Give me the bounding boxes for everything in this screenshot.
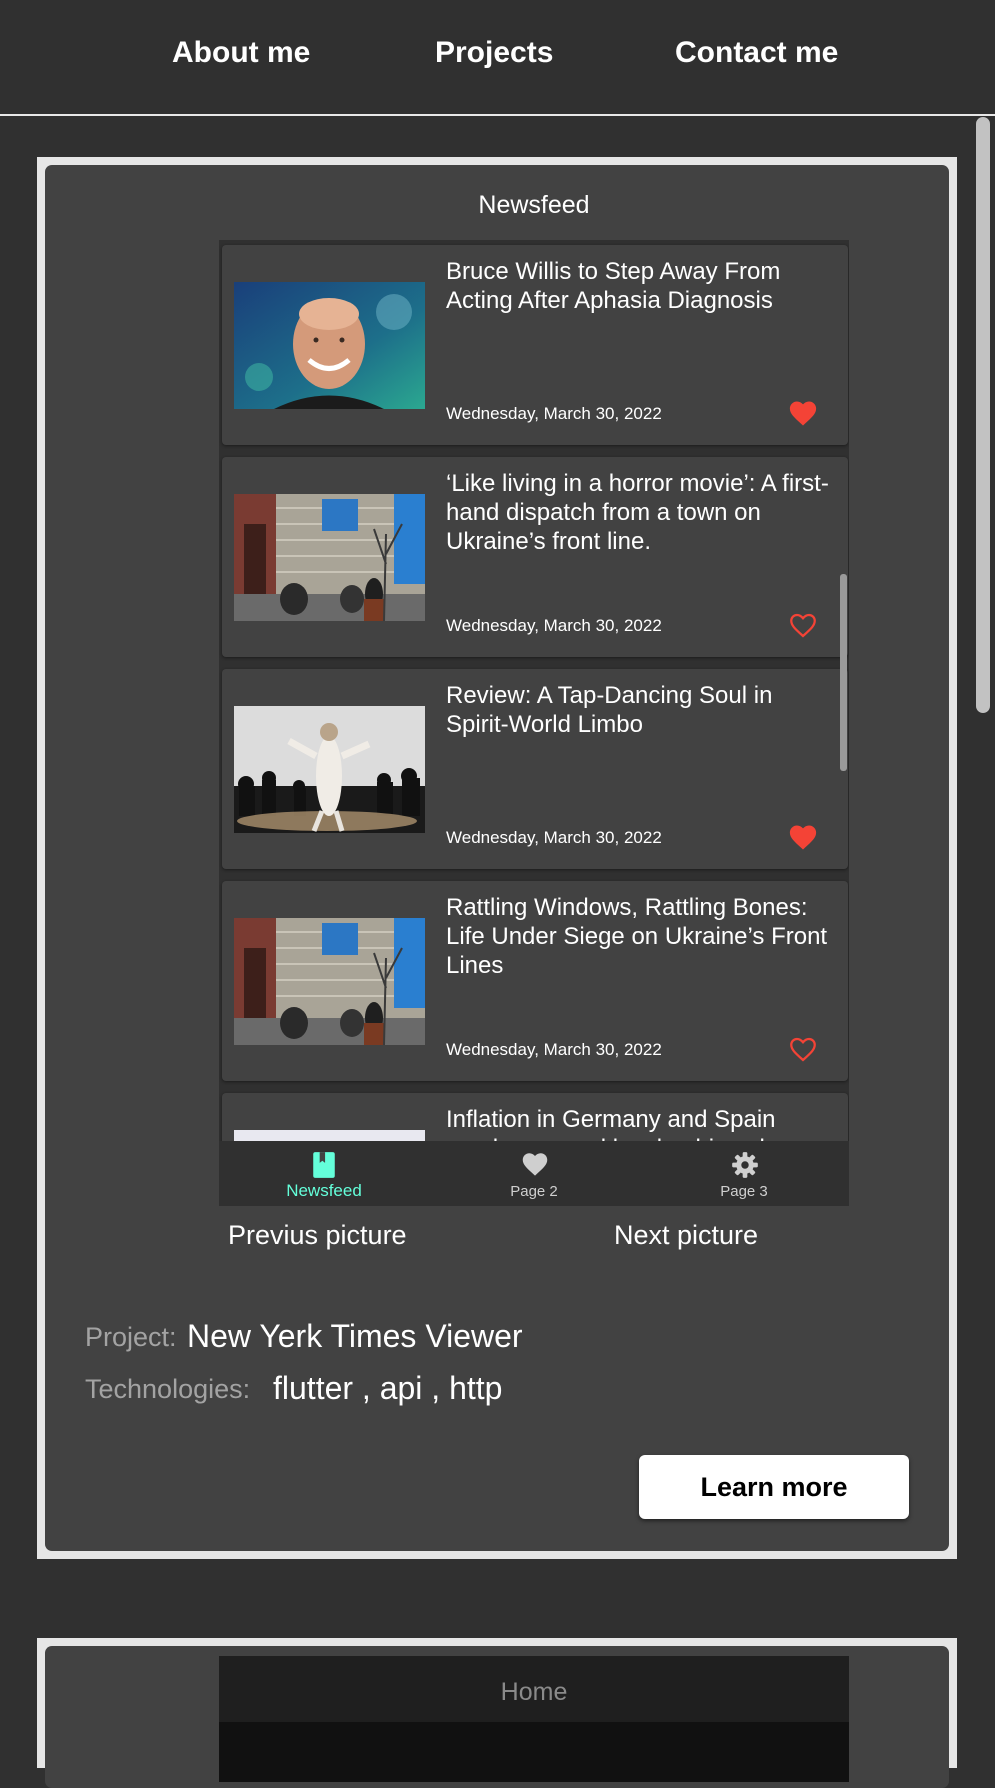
project-card: Home	[37, 1638, 957, 1788]
app-app-bar: Home	[219, 1656, 849, 1722]
news-thumbnail	[234, 1130, 425, 1141]
book-icon	[313, 1152, 335, 1178]
technologies-label: Technologies:	[85, 1374, 251, 1404]
news-title: Rattling Windows, Rattling Bones: Life U…	[446, 894, 828, 979]
project-label: Project:	[85, 1322, 177, 1352]
gear-icon	[732, 1152, 758, 1178]
technologies-list: flutter , api , http	[273, 1370, 503, 1406]
news-card[interactable]: Inflation in Germany and Spain reaches r…	[222, 1093, 848, 1141]
news-title: ‘Like living in a horror movie’: A first…	[446, 470, 829, 555]
bottom-nav-page-3[interactable]: Page 3	[639, 1141, 849, 1206]
news-title: Bruce Willis to Step Away From Acting Af…	[446, 258, 781, 314]
nav-projects[interactable]: Projects	[435, 36, 553, 70]
bottom-nav-label: Page 3	[720, 1183, 768, 1200]
project-card-body: Newsfeed Bruce Willis to Step Away From …	[45, 165, 949, 1551]
heart-icon	[522, 1153, 548, 1176]
news-list-scrollbar[interactable]	[840, 574, 847, 771]
top-navigation: About me Projects Contact me	[0, 0, 995, 116]
app-title: Newsfeed	[478, 191, 590, 219]
app-content	[219, 1722, 849, 1782]
project-card-body: Home	[45, 1646, 949, 1788]
news-thumbnail	[234, 494, 425, 621]
news-thumbnail	[234, 918, 425, 1045]
heart-outline-icon[interactable]	[788, 1035, 818, 1063]
bottom-nav-newsfeed[interactable]: Newsfeed	[219, 1141, 429, 1206]
heart-filled-icon[interactable]	[788, 823, 818, 851]
previous-picture-button[interactable]: Previus picture	[228, 1220, 407, 1251]
page-scrollbar[interactable]	[976, 117, 990, 713]
app-bottom-navigation: Newsfeed Page 2 Page 3	[219, 1141, 849, 1206]
project-card: Newsfeed Bruce Willis to Step Away From …	[37, 157, 957, 1559]
news-thumbnail	[234, 706, 425, 833]
bottom-nav-page-2[interactable]: Page 2	[429, 1141, 639, 1206]
bottom-nav-label: Newsfeed	[286, 1181, 362, 1200]
news-list[interactable]: Bruce Willis to Step Away From Acting Af…	[219, 240, 849, 1141]
next-picture-button[interactable]: Next picture	[614, 1220, 758, 1251]
app-screenshot: Newsfeed Bruce Willis to Step Away From …	[219, 165, 849, 1226]
project-name: New Yerk Times Viewer	[187, 1318, 523, 1354]
heart-filled-icon[interactable]	[788, 399, 818, 427]
nav-contact-me[interactable]: Contact me	[675, 36, 838, 70]
news-card[interactable]: ‘Like living in a horror movie’: A first…	[222, 457, 848, 657]
news-card[interactable]: Review: A Tap-Dancing Soul in Spirit-Wor…	[222, 669, 848, 869]
bottom-nav-label: Page 2	[510, 1183, 558, 1200]
learn-more-button[interactable]: Learn more	[639, 1455, 909, 1519]
heart-outline-icon[interactable]	[788, 611, 818, 639]
news-date: Wednesday, March 30, 2022	[446, 828, 662, 847]
app-title: Home	[500, 1678, 568, 1706]
news-date: Wednesday, March 30, 2022	[446, 1040, 662, 1059]
news-title: Inflation in Germany and Spain reaches r…	[446, 1106, 785, 1141]
news-thumbnail	[234, 282, 425, 409]
news-card[interactable]: Rattling Windows, Rattling Bones: Life U…	[222, 881, 848, 1081]
news-title: Review: A Tap-Dancing Soul in Spirit-Wor…	[446, 682, 773, 738]
news-date: Wednesday, March 30, 2022	[446, 404, 662, 423]
news-date: Wednesday, March 30, 2022	[446, 616, 662, 635]
nav-about-me[interactable]: About me	[172, 36, 310, 70]
news-card[interactable]: Bruce Willis to Step Away From Acting Af…	[222, 245, 848, 445]
